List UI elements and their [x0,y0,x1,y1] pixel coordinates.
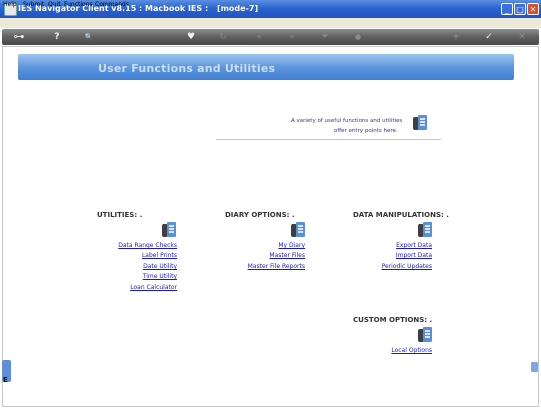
link-periodic-updates[interactable]: Periodic Updates [382,263,432,270]
link-master-files[interactable]: Master Files [269,252,305,259]
key-icon[interactable]: ⊶ [8,29,30,45]
maximize-button[interactable]: □ [514,3,526,15]
menu-quit[interactable]: Quit [48,1,61,8]
record-icon[interactable]: ● [351,29,365,45]
back-icon[interactable]: « [252,29,266,45]
filter-icon[interactable]: ⏷ [318,29,332,45]
add-icon[interactable]: + [449,29,463,45]
menu-bar [0,18,541,28]
menu-submit[interactable]: Submit [23,1,44,8]
page-title: User Functions and Utilities [98,62,276,75]
utilities-heading: UTILITIES: . [97,211,143,219]
help-icon[interactable]: ? [50,29,64,45]
close-button[interactable]: ✕ [527,3,539,15]
minimize-button[interactable]: _ [501,3,513,15]
menu-commands[interactable]: Commands [95,1,129,8]
link-my-diary[interactable]: My Diary [278,242,305,249]
menu-functions[interactable]: Functions [64,1,93,8]
link-time-utility[interactable]: Time Utility [143,273,177,280]
link-label-prints[interactable]: Label Prints [142,252,177,259]
scroll-handle[interactable] [531,362,538,372]
data-manipulations-heading: DATA MANIPULATIONS: . [353,211,449,219]
data-manipulations-icon[interactable] [418,222,432,238]
cancel-icon[interactable]: ✕ [515,29,529,45]
link-date-utility[interactable]: Date Utility [143,263,177,270]
intro-line-2: offer entry points here. [334,128,398,134]
link-master-file-reports[interactable]: Master File Reports [248,263,305,270]
window-mode: [mode-7] [216,4,259,13]
favorite-icon[interactable]: ♥ [184,29,198,45]
custom-options-heading: CUSTOM OPTIONS: . [353,316,433,324]
diary-icon[interactable] [291,222,305,238]
link-loan-calculator[interactable]: Loan Calculator [130,284,177,291]
utilities-icon[interactable] [162,222,176,238]
forward-icon[interactable]: » [285,29,299,45]
refresh-icon[interactable]: ↻ [216,29,230,45]
content-panel [2,46,539,407]
intro-line-1: A variety of useful functions and utilit… [291,118,403,124]
link-local-options[interactable]: Local Options [391,347,432,354]
divider [216,139,441,140]
link-export-data[interactable]: Export Data [396,242,432,249]
confirm-icon[interactable]: ✓ [482,29,496,45]
custom-options-icon[interactable] [418,327,432,343]
link-data-range-checks[interactable]: Data Range Checks [118,242,177,249]
phone-info-icon [413,115,427,130]
search-icon[interactable]: 🔍 [82,29,96,45]
side-panel-glyph: E [3,376,8,384]
link-import-data[interactable]: Import Data [396,252,432,259]
diary-heading: DIARY OPTIONS: . [225,211,295,219]
menu-help[interactable]: Help [3,1,17,8]
